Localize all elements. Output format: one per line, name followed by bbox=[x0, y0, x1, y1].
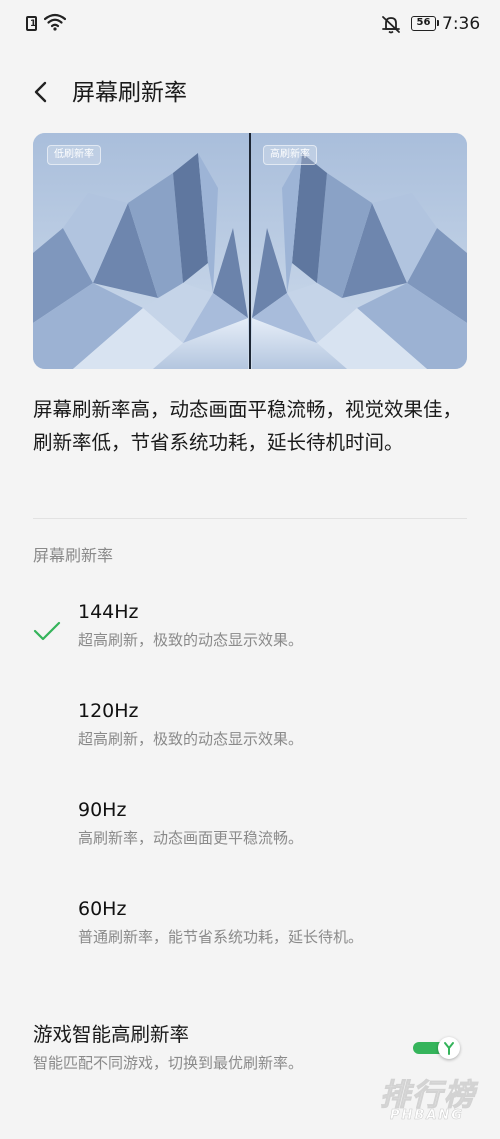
page-title: 屏幕刷新率 bbox=[72, 80, 187, 106]
low-refresh-tag: 低刷新率 bbox=[47, 145, 101, 165]
option-rate-label: 90Hz bbox=[78, 799, 127, 821]
sim-icon: 1 bbox=[26, 16, 37, 31]
back-arrow-icon[interactable] bbox=[28, 78, 58, 108]
option-rate-label: 120Hz bbox=[78, 700, 139, 722]
option-rate-label: 144Hz bbox=[78, 601, 139, 623]
game-smart-refresh-toggle[interactable] bbox=[413, 1037, 463, 1059]
status-bar: 1 56 7:36 bbox=[0, 0, 500, 50]
watermark-logo: 排行榜 PHBANG bbox=[380, 1078, 476, 1124]
game-smart-refresh-title: 游戏智能高刷新率 bbox=[33, 1023, 190, 1046]
option-description: 高刷新率，动态画面更平稳流畅。 bbox=[78, 829, 304, 847]
wifi-icon bbox=[44, 13, 66, 31]
option-120hz[interactable]: 120Hz 超高刷新，极致的动态显示效果。 bbox=[0, 699, 500, 789]
toggle-check-icon bbox=[444, 1042, 454, 1055]
high-refresh-tag: 高刷新率 bbox=[263, 145, 317, 165]
clock: 7:36 bbox=[442, 14, 481, 34]
preview-illustration bbox=[33, 133, 467, 369]
split-divider bbox=[249, 133, 251, 369]
refresh-rate-preview-image: 低刷新率 高刷新率 bbox=[33, 133, 467, 369]
divider bbox=[33, 518, 467, 519]
refresh-rate-description: 屏幕刷新率高，动态画面平稳流畅，视觉效果佳，刷新率低，节省系统功耗，延长待机时间… bbox=[33, 398, 463, 454]
checkmark-icon bbox=[33, 621, 61, 641]
option-144hz[interactable]: 144Hz 超高刷新，极致的动态显示效果。 bbox=[0, 600, 500, 690]
option-90hz[interactable]: 90Hz 高刷新率，动态画面更平稳流畅。 bbox=[0, 798, 500, 888]
game-smart-refresh-description: 智能匹配不同游戏，切换到最优刷新率。 bbox=[33, 1054, 304, 1072]
option-description: 超高刷新，极致的动态显示效果。 bbox=[78, 730, 304, 748]
toggle-knob bbox=[438, 1037, 460, 1059]
option-description: 超高刷新，极致的动态显示效果。 bbox=[78, 631, 304, 649]
section-title: 屏幕刷新率 bbox=[33, 546, 114, 565]
option-description: 普通刷新率，能节省系统功耗，延长待机。 bbox=[78, 928, 364, 946]
option-60hz[interactable]: 60Hz 普通刷新率，能节省系统功耗，延长待机。 bbox=[0, 897, 500, 987]
battery-icon: 56 bbox=[411, 16, 439, 31]
option-rate-label: 60Hz bbox=[78, 898, 127, 920]
mute-bell-icon bbox=[382, 16, 400, 34]
